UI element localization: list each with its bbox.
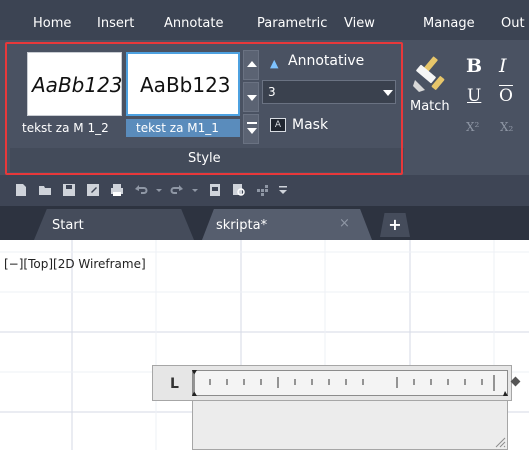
ribbon-tab-bar: Home Insert Annotate Parametric View Man…	[0, 0, 529, 40]
redo-icon[interactable]	[170, 183, 184, 197]
underline-button[interactable]: U	[467, 86, 481, 106]
redo-dropdown-icon[interactable]	[188, 183, 202, 197]
overline-button[interactable]: O	[499, 86, 513, 106]
tab-type-selector[interactable]: L	[170, 376, 179, 392]
match-properties-brush-icon[interactable]	[413, 54, 449, 94]
search-drawing-icon[interactable]	[232, 183, 246, 197]
tab-output[interactable]: Out	[501, 16, 525, 31]
tab-home[interactable]: Home	[33, 16, 71, 31]
style-panel-highlight	[5, 42, 403, 175]
italic-button[interactable]: I	[499, 55, 507, 77]
tab-insert[interactable]: Insert	[97, 16, 134, 31]
quick-access-toolbar	[0, 175, 529, 206]
tab-parametric[interactable]: Parametric	[257, 16, 327, 31]
close-tab-icon[interactable]: ×	[339, 216, 350, 231]
viewport-controls-label[interactable]: [−][Top][2D Wireframe]	[4, 257, 146, 271]
undo-dropdown-icon[interactable]	[152, 183, 166, 197]
tab-start-label: Start	[52, 218, 84, 233]
new-tab-button[interactable]: +	[380, 213, 410, 237]
workspace-grid-icon[interactable]	[256, 183, 270, 197]
bold-button[interactable]: B	[466, 55, 482, 77]
subscript-button[interactable]: X₂	[500, 120, 513, 134]
tab-skripta-label: skripta*	[216, 218, 268, 233]
open-folder-icon[interactable]	[38, 183, 52, 197]
right-indent-marker	[503, 391, 508, 396]
share-icon[interactable]	[208, 183, 222, 197]
resize-grip-icon[interactable]	[494, 436, 506, 448]
tab-manage[interactable]: Manage	[423, 16, 475, 31]
save-as-icon[interactable]	[86, 183, 100, 197]
undo-icon[interactable]	[134, 183, 148, 197]
save-icon[interactable]	[62, 183, 76, 197]
tab-start[interactable]: Start	[34, 209, 194, 240]
mtext-editor-box[interactable]	[192, 401, 508, 450]
superscript-button[interactable]: X²	[466, 120, 479, 134]
ruler-ticks	[192, 370, 508, 396]
tab-view[interactable]: View	[344, 16, 375, 31]
tab-annotate[interactable]: Annotate	[164, 16, 223, 31]
new-file-icon[interactable]	[14, 183, 28, 197]
match-button-label[interactable]: Match	[410, 99, 450, 114]
customize-qat-icon[interactable]	[276, 183, 290, 197]
plot-printer-icon[interactable]	[110, 183, 124, 197]
